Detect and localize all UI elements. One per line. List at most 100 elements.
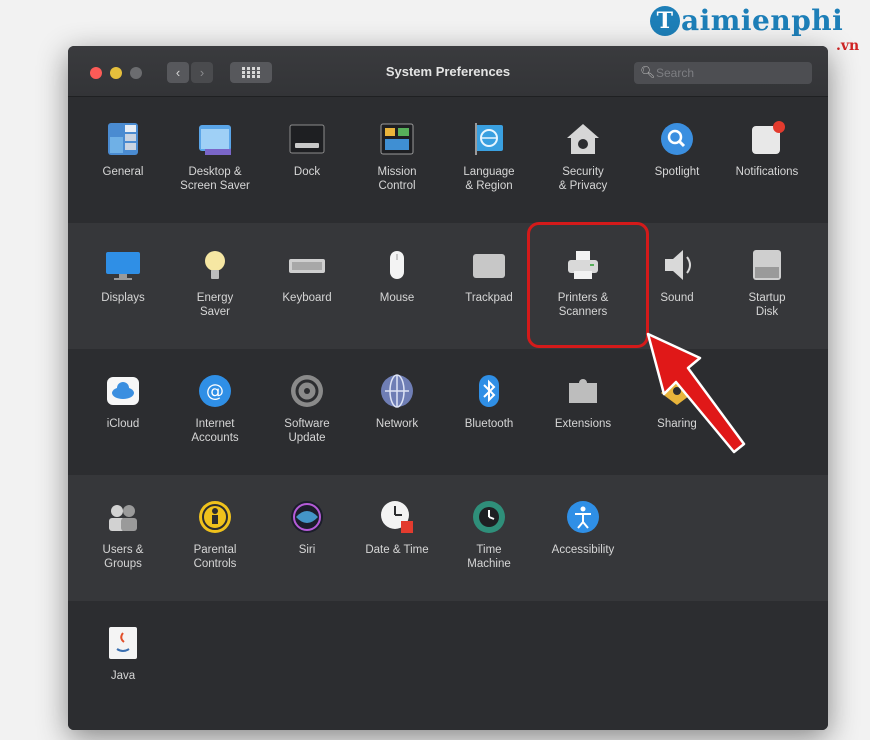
general-icon (103, 119, 143, 159)
pref-label: Users & Groups (102, 544, 144, 570)
sound-icon (657, 245, 697, 285)
pref-timemachine[interactable]: Time Machine (444, 497, 534, 571)
pref-label: iCloud (106, 418, 140, 430)
preferences-row-1: General Desktop & Screen Saver Dock Mission… (68, 97, 828, 223)
date-time-icon (377, 497, 417, 537)
trackpad-icon (469, 245, 509, 285)
preferences-row-2: Displays Energy Saver Keyboard Mouse Trackpa… (68, 223, 828, 349)
pref-label: Dock (293, 166, 321, 178)
pref-java[interactable]: Java (78, 623, 168, 683)
pref-label: Language & Region (463, 166, 515, 192)
siri-icon (287, 497, 327, 537)
watermark-suffix: .vn (836, 38, 860, 54)
internet-accounts-icon: @ (195, 371, 235, 411)
svg-text:@: @ (206, 381, 224, 402)
pref-sharing[interactable]: Sharing (632, 371, 722, 431)
pref-keyboard[interactable]: Keyboard (262, 245, 352, 305)
parental-controls-icon (195, 497, 235, 537)
energy-saver-icon (195, 245, 235, 285)
title-bar: ‹ › System Preferences 🔍︎ Search (68, 46, 828, 97)
pref-label: Siri (298, 544, 316, 556)
java-icon (103, 623, 143, 663)
pref-label: Mission Control (377, 166, 417, 192)
pref-mouse[interactable]: Mouse (352, 245, 442, 305)
pref-label: Time Machine (467, 544, 511, 570)
pref-label: Extensions (554, 418, 612, 430)
search-icon: 🔍︎ (640, 65, 656, 79)
watermark-logo: Taimienphi (650, 4, 843, 37)
spotlight-icon (657, 119, 697, 159)
pref-general[interactable]: General (78, 119, 168, 179)
watermark-initial: T (650, 6, 680, 36)
keyboard-icon (287, 245, 327, 285)
pref-label: Desktop & Screen Saver (180, 166, 250, 192)
pref-datetime[interactable]: Date & Time (352, 497, 442, 557)
time-machine-icon (469, 497, 509, 537)
pref-label: Accessibility (551, 544, 615, 556)
pref-desktop[interactable]: Desktop & Screen Saver (170, 119, 260, 193)
pref-label: Startup Disk (748, 292, 786, 318)
mission-control-icon (377, 119, 417, 159)
pref-siri[interactable]: Siri (262, 497, 352, 557)
pref-trackpad[interactable]: Trackpad (444, 245, 534, 305)
network-icon (377, 371, 417, 411)
users-groups-icon (103, 497, 143, 537)
pref-label: Security & Privacy (558, 166, 608, 192)
pref-label: Sharing (657, 418, 697, 430)
pref-accessibility[interactable]: Accessibility (538, 497, 628, 557)
search-placeholder: Search (656, 66, 695, 80)
pref-label: Date & Time (365, 544, 429, 556)
pref-network[interactable]: Network (352, 371, 442, 431)
accessibility-icon (563, 497, 603, 537)
pref-energy[interactable]: Energy Saver (170, 245, 260, 319)
highlight-box (527, 222, 649, 348)
preferences-row-5: Java (68, 601, 828, 730)
pref-label: Software Update (284, 418, 330, 444)
pref-label: Internet Accounts (191, 418, 239, 444)
pref-label: General (102, 166, 144, 178)
pref-extensions[interactable]: Extensions (538, 371, 628, 431)
system-preferences-window: ‹ › System Preferences 🔍︎ Search General… (68, 46, 828, 730)
bluetooth-icon (469, 371, 509, 411)
pref-language[interactable]: Language & Region (444, 119, 534, 193)
preferences-row-4: Users & Groups Parental Controls Siri Date … (68, 475, 828, 601)
sharing-icon (657, 371, 697, 411)
pref-label: Parental Controls (193, 544, 237, 570)
pref-parental[interactable]: Parental Controls (170, 497, 260, 571)
pref-internet[interactable]: @ Internet Accounts (170, 371, 260, 445)
search-field[interactable]: 🔍︎ Search (634, 62, 812, 84)
pref-startup[interactable]: Startup Disk (722, 245, 812, 319)
pref-label: Energy Saver (196, 292, 234, 318)
pref-label: Displays (101, 292, 145, 304)
pref-users[interactable]: Users & Groups (78, 497, 168, 571)
pref-label: Spotlight (654, 166, 700, 178)
icloud-icon (103, 371, 143, 411)
pref-security[interactable]: Security & Privacy (538, 119, 628, 193)
pref-dock[interactable]: Dock (262, 119, 352, 179)
preferences-row-3: iCloud @ Internet Accounts Software Update N… (68, 349, 828, 475)
language-region-icon (469, 119, 509, 159)
pref-bluetooth[interactable]: Bluetooth (444, 371, 534, 431)
security-privacy-icon (563, 119, 603, 159)
desktop-screensaver-icon (195, 119, 235, 159)
pref-displays[interactable]: Displays (78, 245, 168, 305)
watermark-brand: aimienphi (681, 4, 844, 37)
pref-label: Network (375, 418, 419, 430)
pref-software[interactable]: Software Update (262, 371, 352, 445)
pref-mission[interactable]: Mission Control (352, 119, 442, 193)
pref-label: Mouse (379, 292, 415, 304)
pref-label: Keyboard (282, 292, 332, 304)
displays-icon (103, 245, 143, 285)
mouse-icon (377, 245, 417, 285)
pref-notifications[interactable]: Notifications (722, 119, 812, 179)
software-update-icon (287, 371, 327, 411)
pref-label: Bluetooth (464, 418, 514, 430)
extensions-icon (563, 371, 603, 411)
startup-disk-icon (747, 245, 787, 285)
dock-icon (287, 119, 327, 159)
pref-spotlight[interactable]: Spotlight (632, 119, 722, 179)
pref-label: Notifications (735, 166, 799, 178)
pref-label: Trackpad (465, 292, 513, 304)
pref-icloud[interactable]: iCloud (78, 371, 168, 431)
notifications-icon (747, 119, 787, 159)
